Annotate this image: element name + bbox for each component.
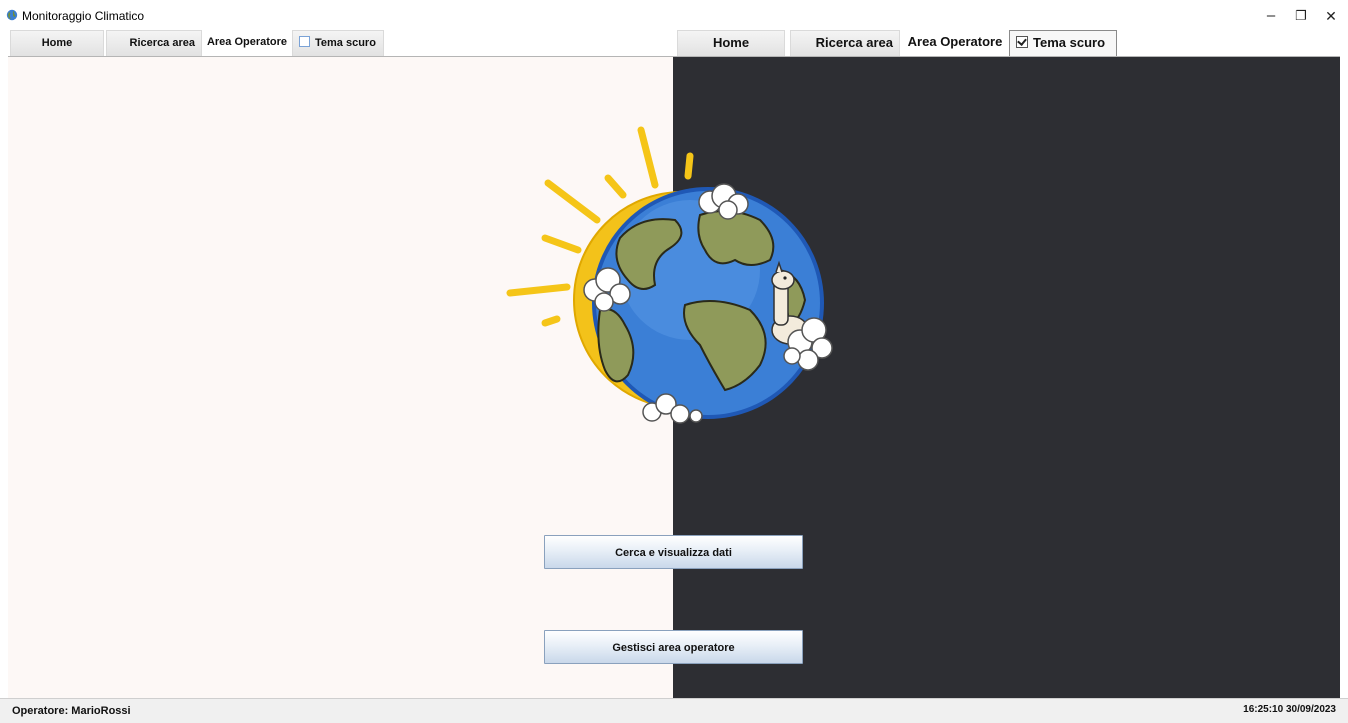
window-title: Monitoraggio Climatico xyxy=(22,9,145,23)
restore-icon[interactable]: ❐ xyxy=(1286,5,1316,27)
window-titlebar: Monitoraggio Climatico – ❐ ✕ xyxy=(0,0,1348,30)
manage-operator-area-button[interactable]: Gestisci area operatore xyxy=(544,630,803,664)
globe-sun-logo xyxy=(506,126,833,424)
menubar-light-theme: Home Ricerca area Area Operatore Tema sc… xyxy=(8,30,673,57)
menubar-dark-theme: Home Ricerca area Area Operatore Tema sc… xyxy=(673,30,1340,57)
tab-tema-scuro[interactable]: Tema scuro xyxy=(1009,30,1117,56)
tab-tema-scuro-label: Tema scuro xyxy=(1033,35,1106,50)
checkbox-icon[interactable] xyxy=(1016,36,1028,48)
status-bar: Operatore: MarioRossi 16:25:10 30/09/202… xyxy=(0,698,1348,723)
tab-area-operatore-label: Area Operatore xyxy=(907,34,1003,49)
checkbox-icon[interactable] xyxy=(299,36,310,47)
tab-tema-scuro[interactable]: Tema scuro xyxy=(292,30,384,56)
app-globe-icon xyxy=(6,9,18,21)
tab-ricerca-area-label: Ricerca area xyxy=(129,37,195,49)
tab-home[interactable]: Home xyxy=(10,30,104,56)
tab-ricerca-area-label: Ricerca area xyxy=(815,35,893,50)
tab-home-label: Home xyxy=(41,37,73,49)
tab-ricerca-area[interactable]: Ricerca area xyxy=(790,30,900,56)
operator-label: Operatore: MarioRossi xyxy=(12,705,131,717)
datetime-label: 16:25:10 30/09/2023 xyxy=(1243,704,1336,715)
tab-area-operatore[interactable]: Area Operatore xyxy=(204,30,290,56)
minimize-icon[interactable]: – xyxy=(1256,5,1286,27)
tab-tema-scuro-label: Tema scuro xyxy=(315,37,376,49)
close-icon[interactable]: ✕ xyxy=(1316,5,1346,27)
tab-area-operatore-label: Area Operatore xyxy=(206,36,288,48)
tab-area-operatore[interactable]: Area Operatore xyxy=(903,30,1007,56)
tab-home-label: Home xyxy=(712,35,750,50)
search-data-button[interactable]: Cerca e visualizza dati xyxy=(544,535,803,569)
tab-ricerca-area[interactable]: Ricerca area xyxy=(106,30,202,56)
tab-home[interactable]: Home xyxy=(677,30,785,56)
